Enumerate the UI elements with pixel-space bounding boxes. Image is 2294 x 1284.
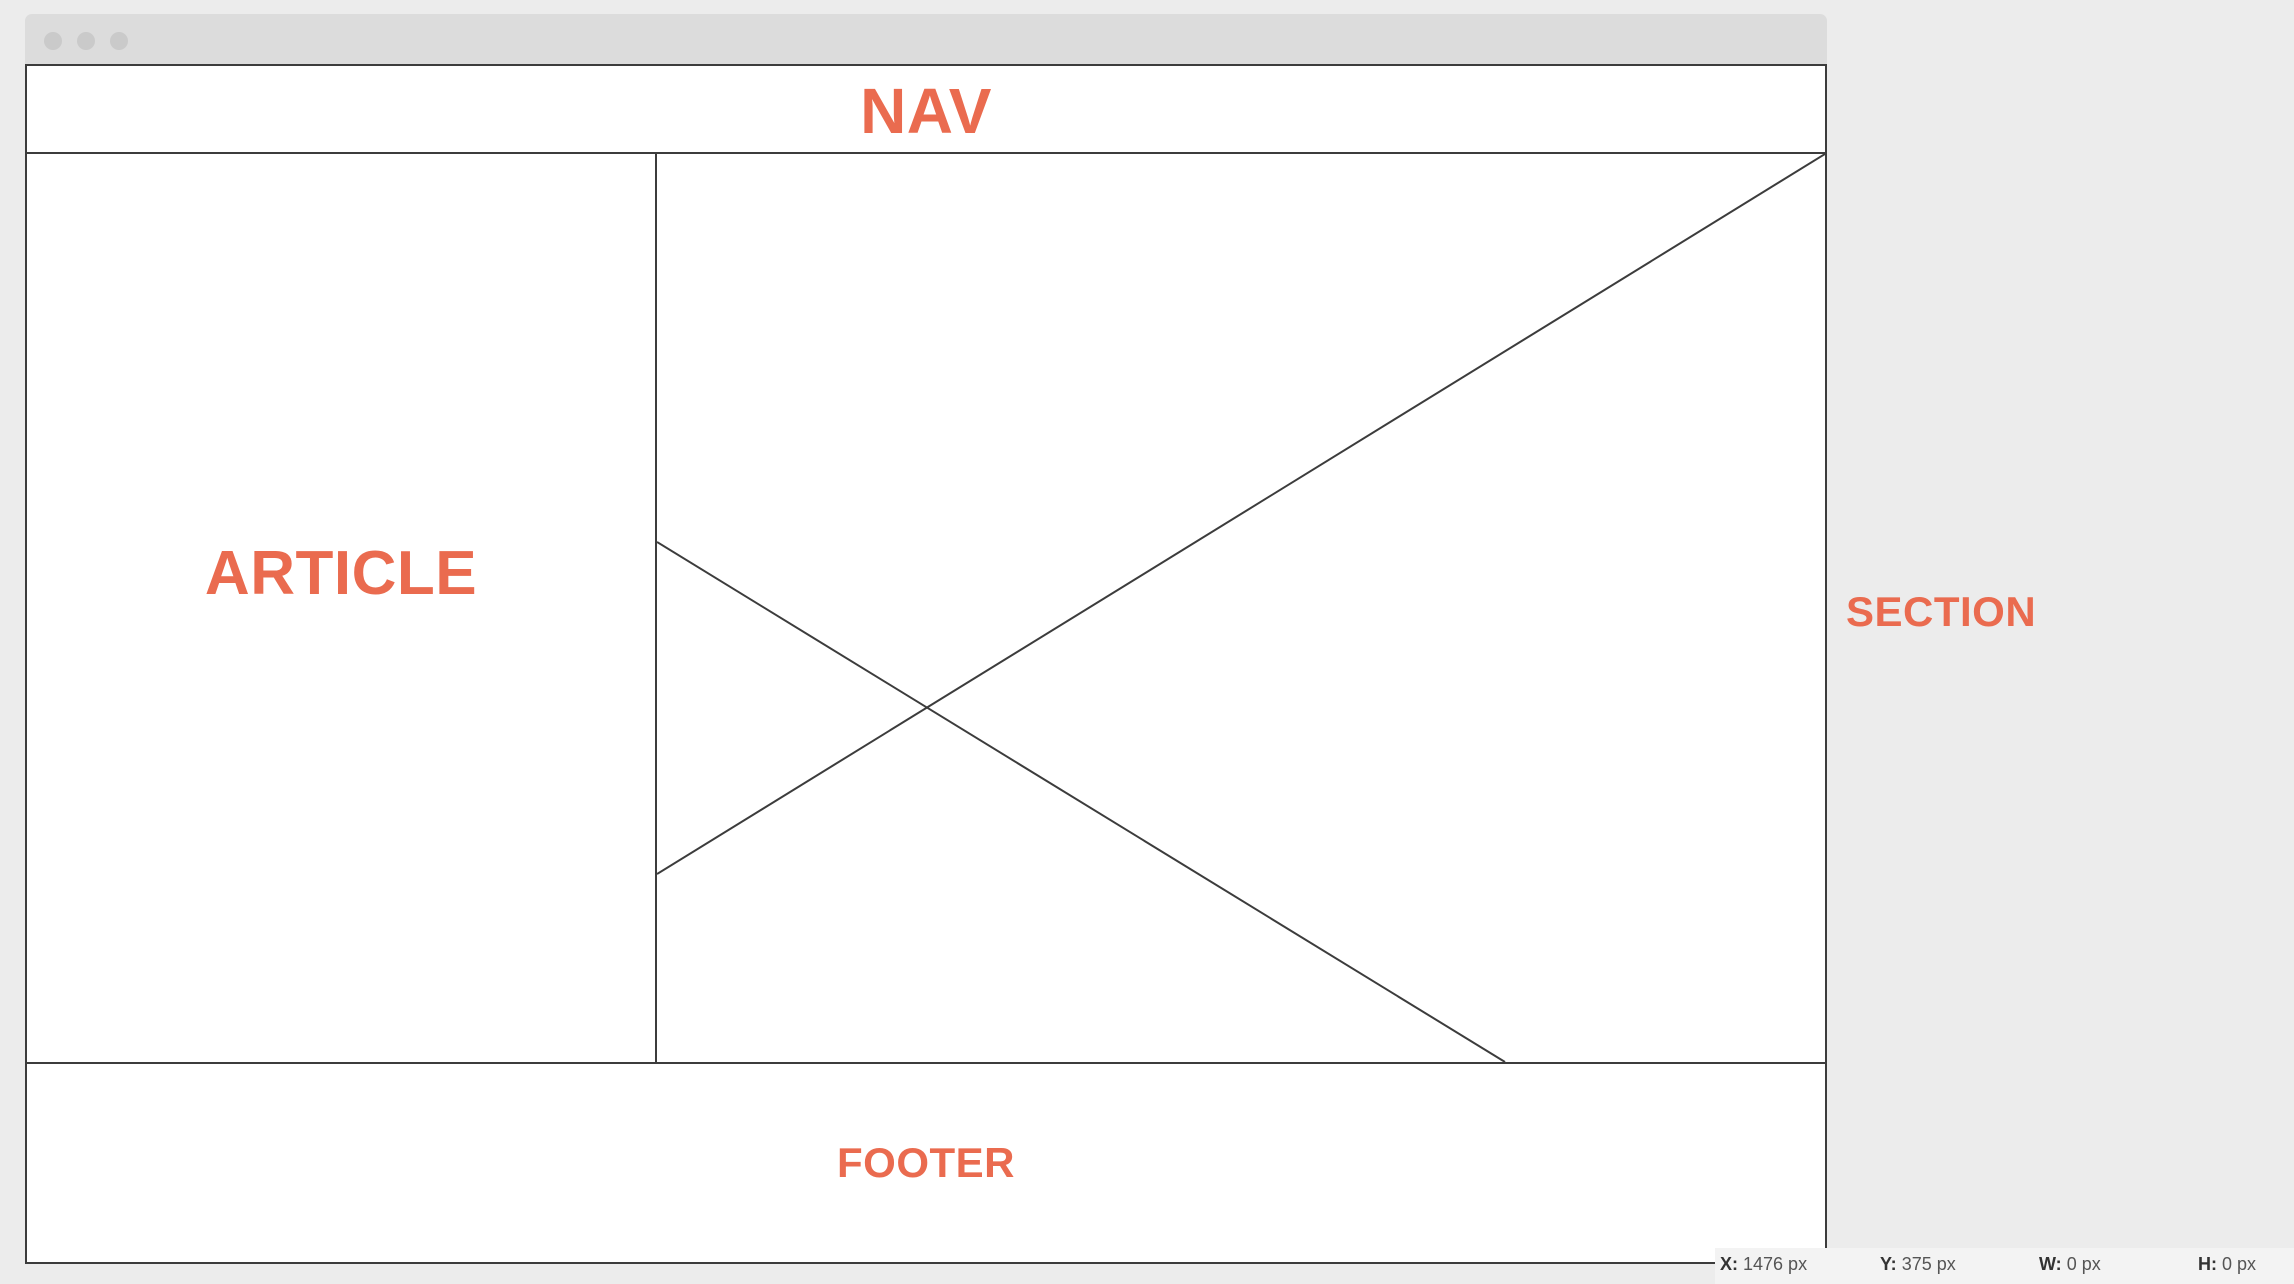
nav-region[interactable]: NAV xyxy=(27,66,1825,154)
footer-label: FOOTER xyxy=(837,1139,1015,1186)
section-label: SECTION xyxy=(1846,588,2037,635)
coordinates-statusbar: X: 1476 px Y: 375 px W: 0 px H: 0 px xyxy=(1715,1248,2294,1284)
h-readout-label: H: xyxy=(2198,1254,2217,1274)
window-titlebar xyxy=(25,14,1827,64)
maximize-window-button[interactable] xyxy=(110,32,128,50)
browser-window: NAV ARTICLE FOOTER xyxy=(25,14,1827,1264)
minimize-window-button[interactable] xyxy=(77,32,95,50)
h-readout-value: 0 px xyxy=(2222,1254,2257,1274)
y-readout: Y: 375 px xyxy=(1880,1254,1956,1275)
placeholder-diagonal-rising xyxy=(657,154,1825,875)
wireframe-canvas: NAV ARTICLE FOOTER xyxy=(25,64,1827,1264)
article-label: ARTICLE xyxy=(204,538,478,608)
footer-region[interactable]: FOOTER xyxy=(27,1062,1825,1262)
x-readout: X: 1476 px xyxy=(1720,1254,1807,1275)
close-window-button[interactable] xyxy=(44,32,62,50)
image-placeholder[interactable] xyxy=(657,154,1825,1062)
placeholder-diagonal-falling xyxy=(657,541,1506,1062)
x-readout-value: 1476 px xyxy=(1743,1254,1808,1274)
article-region[interactable]: ARTICLE xyxy=(27,154,657,1062)
y-readout-label: Y: xyxy=(1880,1254,1897,1274)
w-readout-value: 0 px xyxy=(2066,1254,2101,1274)
w-readout-label: W: xyxy=(2039,1254,2062,1274)
h-readout: H: 0 px xyxy=(2198,1254,2256,1275)
nav-label: NAV xyxy=(860,75,992,147)
y-readout-value: 375 px xyxy=(1901,1254,1956,1274)
x-readout-label: X: xyxy=(1720,1254,1738,1274)
w-readout: W: 0 px xyxy=(2039,1254,2101,1275)
